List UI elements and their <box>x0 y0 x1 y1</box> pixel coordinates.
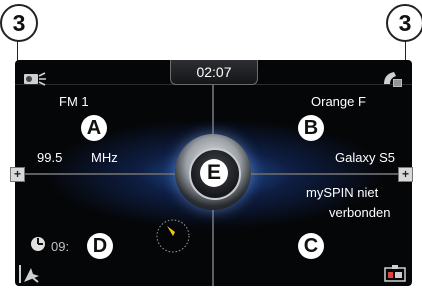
phone-icon <box>384 72 402 87</box>
multimedia-home-screen: 02:07 FM 1 A 99.5 MHz Orange F B Galaxy … <box>15 60 412 286</box>
phone-apps-icon <box>384 265 406 282</box>
add-widget-button-right[interactable]: + <box>398 167 413 182</box>
compass-icon <box>156 219 190 253</box>
radio-band: FM 1 <box>59 94 89 109</box>
zone-a-label: A <box>81 115 107 141</box>
zone-e-label: E <box>200 159 228 187</box>
callout-3-left: 3 <box>0 4 38 42</box>
mirroring-status-line2: verbonden <box>329 205 391 220</box>
zone-b-label: B <box>298 115 324 141</box>
radio-frequency: 99.5 <box>37 150 63 165</box>
nav-icon <box>19 265 39 283</box>
zone-d-label: D <box>87 233 113 259</box>
phone-operator: Orange F <box>311 94 366 109</box>
radio-frequency-unit: MHz <box>91 150 118 165</box>
mirroring-status-line1: mySPIN niet <box>306 185 379 200</box>
add-widget-button-left[interactable]: + <box>10 167 25 182</box>
clock-time-partial: 09: <box>51 239 70 254</box>
clock-icon <box>31 237 45 251</box>
phone-device: Galaxy S5 <box>335 150 395 165</box>
radio-icon <box>24 72 46 86</box>
callout-3-right: 3 <box>386 4 422 42</box>
zone-c-label: C <box>298 233 324 259</box>
